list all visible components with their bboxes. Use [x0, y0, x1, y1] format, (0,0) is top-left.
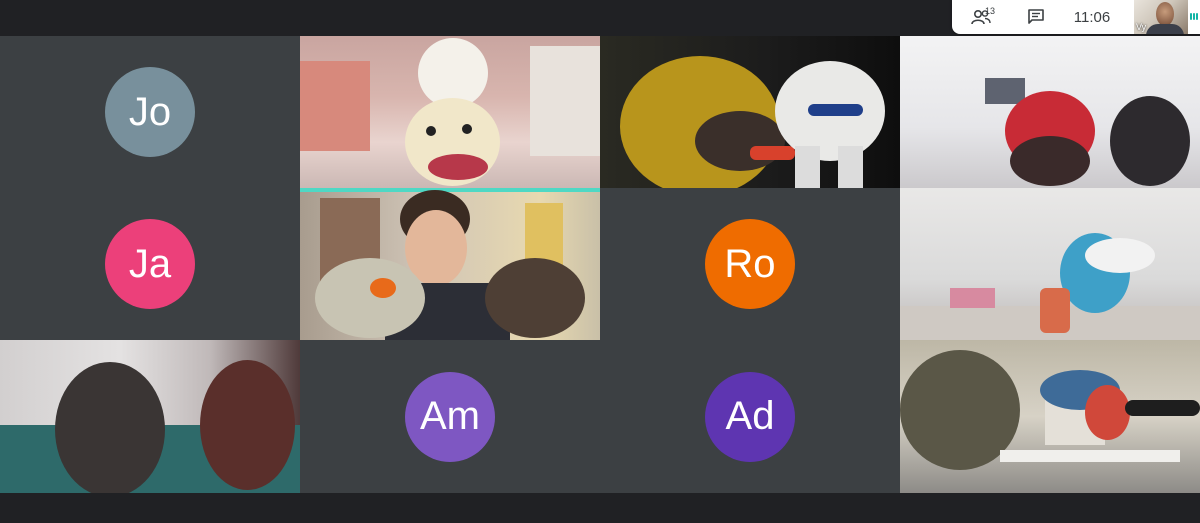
video-background-door — [530, 46, 600, 156]
participant-tile-ad[interactable]: Ad — [600, 340, 900, 493]
participant-tile-ja[interactable]: Ja — [0, 188, 300, 340]
robot-toy-leg — [795, 146, 820, 188]
avatar-initials: Ro — [724, 241, 776, 286]
avatar-initials: Am — [420, 394, 480, 438]
puppet-face — [695, 111, 785, 171]
puppet-dark — [55, 362, 165, 493]
robot-toy-leg — [838, 146, 863, 188]
toy-box — [950, 288, 995, 308]
meeting-clock: 11:06 — [1073, 8, 1111, 26]
puppet-left — [315, 258, 425, 338]
puppet-tongue — [750, 146, 795, 160]
participant-tile-ro[interactable]: Ro — [600, 188, 900, 340]
avatar-ad: Ad — [705, 371, 795, 462]
avatar-ro: Ro — [705, 219, 795, 309]
puppet-eye — [462, 124, 472, 134]
participants-button[interactable]: 13 — [952, 0, 1010, 34]
video-background-wall — [300, 61, 370, 151]
active-speaker-outline — [300, 188, 600, 192]
self-face — [1156, 2, 1174, 26]
video-tile-puppet-blue[interactable] — [900, 188, 1200, 340]
curtain-shadow — [200, 360, 295, 490]
puppet-nose — [370, 278, 396, 298]
puppet-right — [485, 258, 585, 338]
chat-icon — [1028, 9, 1044, 24]
avatar-ja: Ja — [105, 219, 195, 309]
self-view-label: Vy — [1136, 22, 1147, 32]
chat-button[interactable] — [1010, 0, 1062, 34]
avatar-initials: Jo — [128, 89, 172, 134]
puppet-mouth — [428, 154, 488, 180]
wall-picture — [985, 78, 1025, 104]
participants-count: 13 — [985, 6, 996, 16]
audio-level-icon — [1190, 13, 1198, 20]
hand-shadow — [1110, 96, 1190, 186]
puppet-red-body — [1010, 136, 1090, 186]
puppet-blue-head — [1085, 238, 1155, 273]
white-rail — [1000, 450, 1180, 462]
puppet-horse-mane — [1085, 385, 1130, 440]
video-tile-horse-puppet[interactable] — [900, 340, 1200, 493]
robot-toy-stripe — [808, 104, 863, 116]
avatar-am: Am — [405, 371, 495, 462]
video-tile-boy-puppets[interactable] — [300, 188, 600, 340]
video-tile-robot[interactable] — [600, 36, 900, 188]
avatar-jo: Jo — [105, 67, 195, 157]
self-shoulders — [1146, 24, 1184, 34]
participant-tile-am[interactable]: Am — [300, 340, 600, 493]
avatar-initials: Ad — [725, 394, 775, 438]
arm-shadow — [1125, 400, 1200, 416]
self-view-thumbnail[interactable]: Vy — [1134, 0, 1188, 34]
video-tile-puppet-yarn[interactable] — [300, 36, 600, 188]
participant-tile-jo[interactable]: Jo — [0, 36, 300, 188]
video-tile-dark-puppet[interactable] — [0, 340, 300, 493]
video-tile-puppet-red[interactable] — [900, 36, 1200, 188]
puppet-eye — [426, 126, 436, 136]
avatar-initials: Ja — [128, 241, 172, 286]
puppet-arm — [1040, 288, 1070, 333]
